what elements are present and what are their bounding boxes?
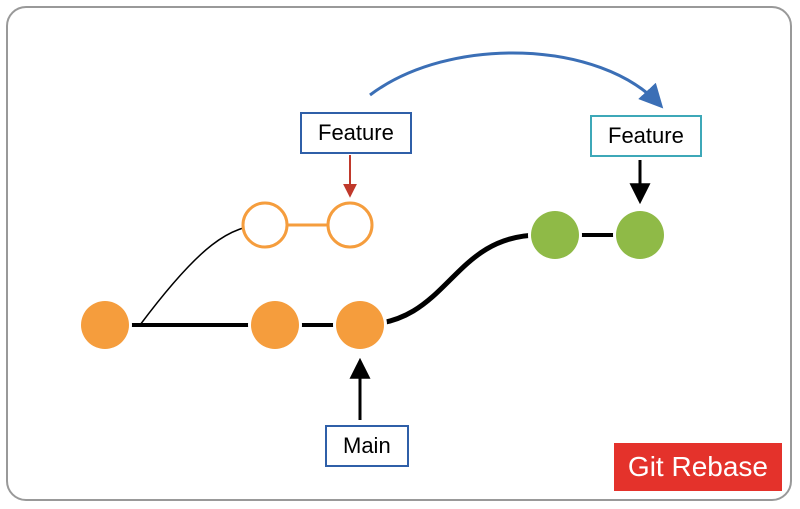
feature-new-label: Feature	[590, 115, 702, 157]
feature-old-label: Feature	[300, 112, 412, 154]
feature-old-text: Feature	[318, 120, 394, 145]
feature-new-text: Feature	[608, 123, 684, 148]
main-text: Main	[343, 433, 391, 458]
diagram-title: Git Rebase	[614, 443, 782, 491]
main-label: Main	[325, 425, 409, 467]
title-text: Git Rebase	[628, 451, 768, 482]
